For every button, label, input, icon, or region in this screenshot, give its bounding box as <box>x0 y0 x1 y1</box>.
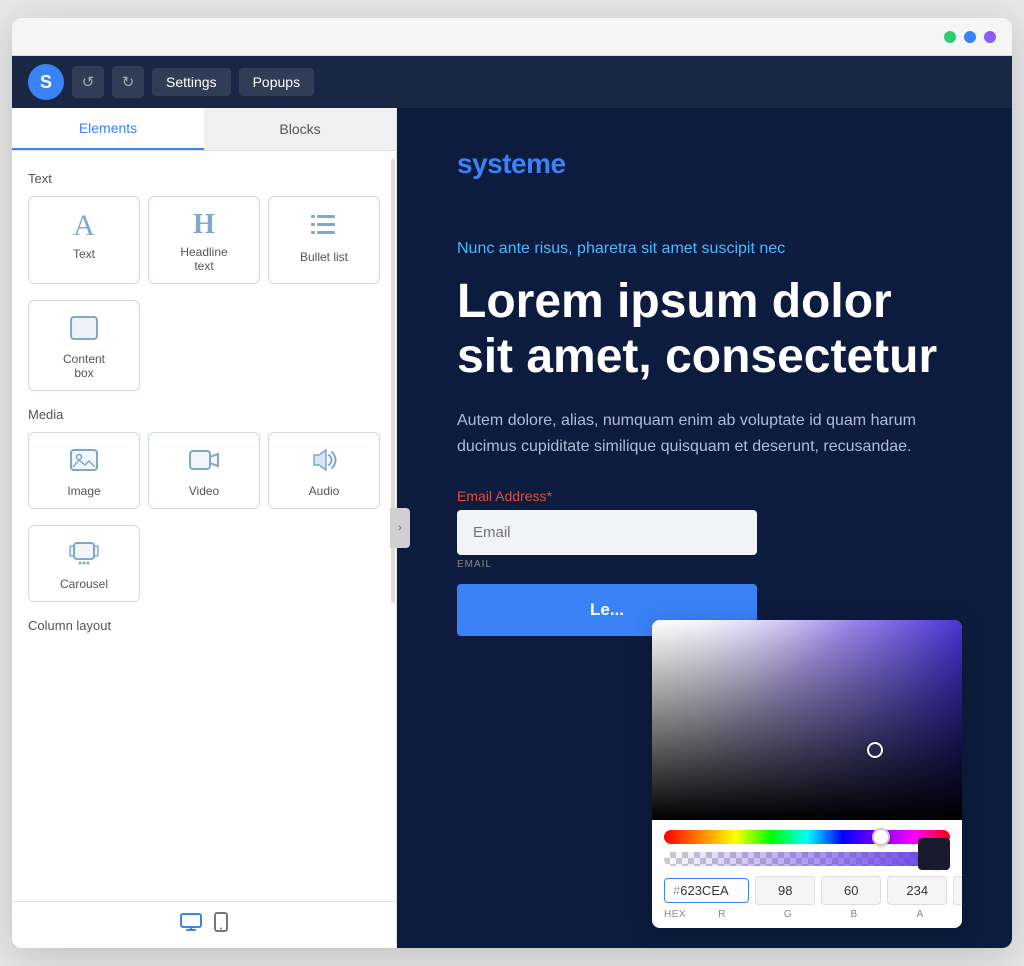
preview-email-label: Email Address* <box>457 488 952 504</box>
bullet-list-label: Bullet list <box>300 250 348 264</box>
r-input[interactable]: 98 <box>755 876 815 905</box>
content-box-grid: Contentbox <box>28 300 380 391</box>
sidebar-content: Text A Text H Headlinetext <box>12 151 396 901</box>
hex-label: HEX <box>664 909 686 920</box>
main-area: Elements Blocks Text A Text <box>12 108 1012 948</box>
video-icon <box>188 447 220 478</box>
text-icon: A <box>73 211 95 241</box>
color-gradient-area[interactable] <box>652 620 962 820</box>
carousel-label: Carousel <box>60 577 108 591</box>
hex-hash: # <box>673 883 680 898</box>
color-swatch[interactable] <box>918 838 950 870</box>
text-element-label: Text <box>73 247 95 261</box>
hue-slider[interactable] <box>664 830 950 844</box>
headline-element[interactable]: H Headlinetext <box>148 196 260 284</box>
headline-icon: H <box>193 211 215 239</box>
bullet-list-element[interactable]: Bullet list <box>268 196 380 284</box>
green-dot[interactable] <box>944 31 956 43</box>
bullet-list-icon <box>309 211 339 244</box>
image-element[interactable]: Image <box>28 432 140 509</box>
audio-label: Audio <box>309 484 340 498</box>
mobile-view-button[interactable] <box>214 912 228 938</box>
preview-subtitle: Nunc ante risus, pharetra sit amet susci… <box>457 240 952 258</box>
a-label: A <box>890 909 950 920</box>
carousel-element[interactable]: Carousel <box>28 525 140 602</box>
image-label: Image <box>67 484 100 498</box>
redo-button[interactable]: ↻ <box>112 66 144 98</box>
toolbar: S ↺ ↻ Settings Popups <box>12 56 1012 108</box>
video-label: Video <box>189 484 219 498</box>
media-elements-grid: Image Video <box>28 432 380 509</box>
content-box-label: Contentbox <box>63 352 105 380</box>
content-box-icon <box>69 315 99 346</box>
text-element[interactable]: A Text <box>28 196 140 284</box>
g-label: G <box>758 909 818 920</box>
hex-input-wrapper[interactable]: # <box>664 878 749 903</box>
preview-email-input[interactable] <box>457 510 757 555</box>
undo-button[interactable]: ↺ <box>72 66 104 98</box>
sidebar-footer <box>12 901 396 948</box>
g-input[interactable]: 60 <box>821 876 881 905</box>
carousel-icon <box>69 540 99 571</box>
image-icon <box>69 447 99 478</box>
alpha-track <box>664 852 950 866</box>
content-box-element[interactable]: Contentbox <box>28 300 140 391</box>
carousel-grid: Carousel <box>28 525 380 602</box>
color-cursor[interactable] <box>867 742 883 758</box>
canvas-area: systeme Nunc ante risus, pharetra sit am… <box>397 108 1012 948</box>
r-label: R <box>692 909 752 920</box>
preview-body: Autem dolore, alias, numquam enim ab vol… <box>457 408 952 459</box>
logo-button[interactable]: S <box>28 64 64 100</box>
purple-dot[interactable] <box>984 31 996 43</box>
section-text-label: Text <box>28 171 380 186</box>
tab-blocks[interactable]: Blocks <box>204 108 396 150</box>
audio-icon <box>309 447 339 478</box>
preview-email-sublabel: EMAIL <box>457 559 952 570</box>
preview-logo: systeme <box>457 148 952 180</box>
black-overlay <box>652 620 962 820</box>
b-input[interactable]: 234 <box>887 876 947 905</box>
title-bar <box>12 18 1012 56</box>
tab-elements[interactable]: Elements <box>12 108 204 150</box>
window-controls <box>944 31 996 43</box>
color-picker-controls: # 98 60 234 100 HEX R G B A <box>652 820 962 928</box>
hue-thumb[interactable] <box>872 828 890 846</box>
app-window: S ↺ ↻ Settings Popups Elements Blocks <box>12 18 1012 948</box>
color-input-labels: HEX R G B A <box>664 909 950 920</box>
section-column-label: Column layout <box>28 618 380 633</box>
sidebar-collapse-toggle[interactable]: › <box>390 508 410 548</box>
sidebar-tabs: Elements Blocks <box>12 108 396 151</box>
hex-input[interactable] <box>680 883 740 898</box>
color-inputs: # 98 60 234 100 <box>664 876 950 905</box>
text-elements-grid: A Text H Headlinetext <box>28 196 380 284</box>
a-input[interactable]: 100 <box>953 876 962 905</box>
alpha-slider[interactable] <box>664 852 950 866</box>
settings-button[interactable]: Settings <box>152 68 231 96</box>
sidebar: Elements Blocks Text A Text <box>12 108 397 948</box>
blue-dot[interactable] <box>964 31 976 43</box>
video-element[interactable]: Video <box>148 432 260 509</box>
section-media-label: Media <box>28 407 380 422</box>
b-label: B <box>824 909 884 920</box>
popups-button[interactable]: Popups <box>239 68 314 96</box>
desktop-view-button[interactable] <box>180 913 202 937</box>
preview-headline: Lorem ipsum dolor sit amet, consectetur <box>457 274 952 384</box>
color-picker-popup: # 98 60 234 100 HEX R G B A <box>652 620 962 928</box>
audio-element[interactable]: Audio <box>268 432 380 509</box>
headline-element-label: Headlinetext <box>180 245 227 273</box>
